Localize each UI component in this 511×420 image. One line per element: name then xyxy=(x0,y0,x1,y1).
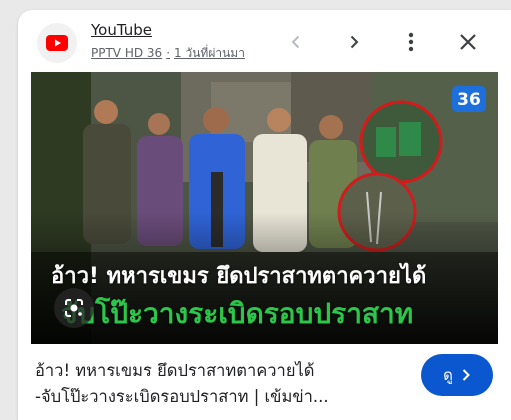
result-card: YouTube PPTV HD 36 · 1 วันที่ผ่านมา 36 อ… xyxy=(18,10,511,420)
card-header: YouTube PPTV HD 36 · 1 วันที่ผ่านมา xyxy=(18,10,511,72)
meta-separator: · xyxy=(166,46,171,60)
published-time: 1 วันที่ผ่านมา xyxy=(174,46,245,60)
more-vert-icon xyxy=(408,32,414,52)
chevron-left-icon xyxy=(291,35,300,49)
video-title-line-1: อ้าว! ทหารเขมร ยึดปราสาทตาควายได้ xyxy=(35,361,315,380)
video-thumbnail[interactable]: 36 อ้าว! ทหารเขมร ยึดปราสาทตาควายได้ จับ… xyxy=(31,72,498,344)
thumbnail-headline-2: จับโป๊ะวางระเบิดรอบปราสาท xyxy=(61,297,414,330)
view-button[interactable]: ดู xyxy=(421,354,493,396)
close-button[interactable] xyxy=(456,30,480,54)
video-title-line-2: -จับโป๊ะวางระเบิดรอบปราสาท | เข้มข่า... xyxy=(35,387,329,406)
next-button[interactable] xyxy=(342,30,366,54)
channel-name: PPTV HD 36 xyxy=(91,46,163,60)
source-meta[interactable]: PPTV HD 36 · 1 วันที่ผ่านมา xyxy=(91,44,245,63)
google-lens-button[interactable] xyxy=(54,288,94,328)
prev-button[interactable] xyxy=(284,30,308,54)
youtube-logo-icon[interactable] xyxy=(37,23,77,63)
lens-icon xyxy=(65,299,83,317)
pptv-logo: 36 xyxy=(452,86,486,112)
view-button-label: ดู xyxy=(443,366,453,384)
chevron-right-icon xyxy=(350,35,359,49)
source-name[interactable]: YouTube xyxy=(91,21,152,39)
chevron-right-icon xyxy=(462,369,470,381)
close-icon xyxy=(460,34,476,50)
more-options-button[interactable] xyxy=(399,30,423,54)
svg-text:36: 36 xyxy=(457,90,481,110)
thumbnail-headline-1: อ้าว! ทหารเขมร ยึดปราสาทตาควายได้ xyxy=(51,264,427,289)
video-title[interactable]: อ้าว! ทหารเขมร ยึดปราสาทตาควายได้ -จับโป… xyxy=(35,358,405,410)
